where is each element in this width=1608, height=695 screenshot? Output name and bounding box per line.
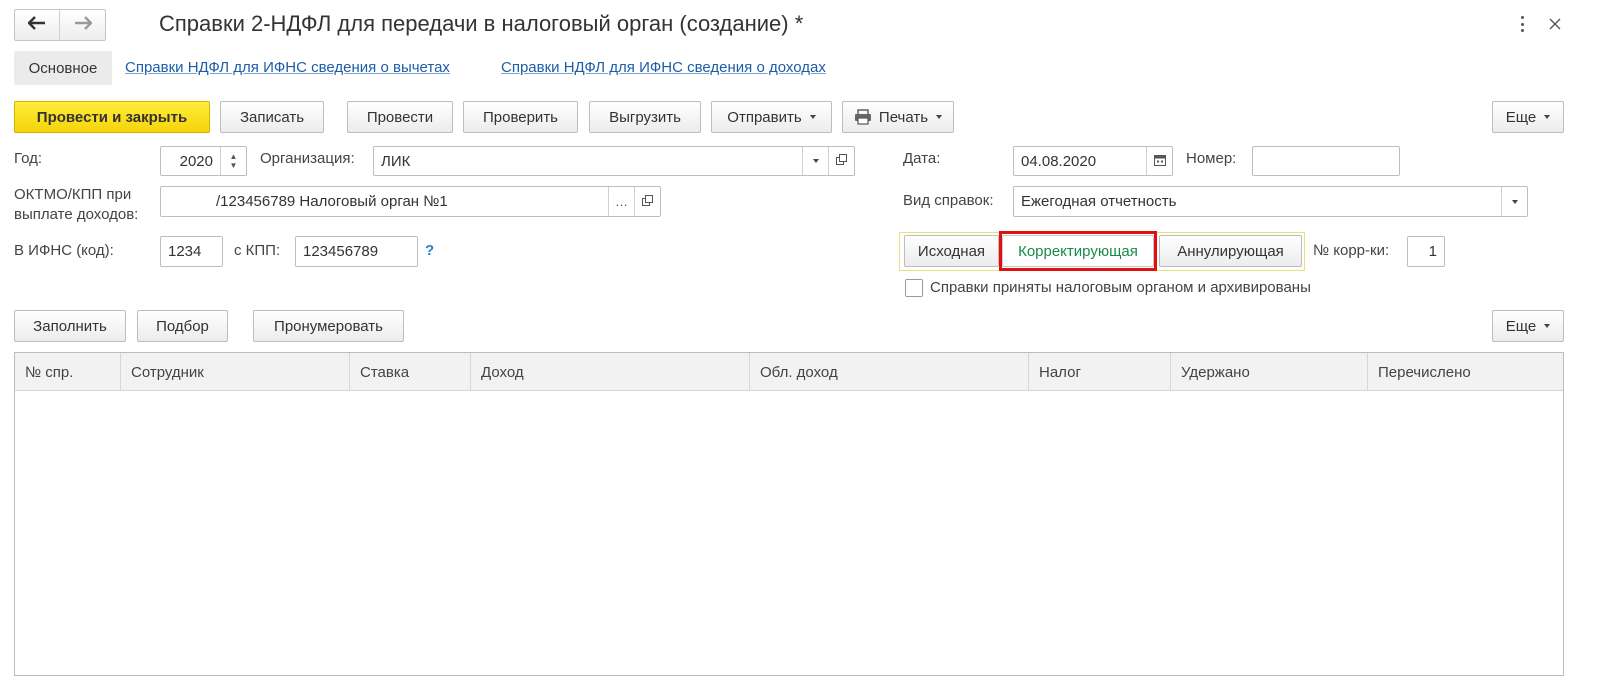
chevron-down-icon — [1544, 115, 1551, 119]
numerate-button[interactable]: Пронумеровать — [253, 310, 404, 342]
year-value: 2020 — [179, 152, 213, 170]
printer-icon — [854, 109, 872, 125]
org-open-button[interactable] — [828, 147, 854, 175]
column-header-employee[interactable]: Сотрудник — [121, 353, 350, 391]
table-more-label: Еще — [1505, 317, 1537, 335]
check-button[interactable]: Проверить — [463, 101, 578, 133]
column-header-income[interactable]: Доход — [471, 353, 750, 391]
kind-dropdown-button[interactable] — [1501, 187, 1527, 216]
page-title: Справки 2-НДФЛ для передачи в налоговый … — [159, 11, 804, 36]
org-field[interactable]: ЛИК — [373, 146, 855, 176]
kind-label: Вид справок: — [903, 192, 994, 209]
chevron-down-icon — [809, 115, 816, 119]
table-header: № спр. Сотрудник Ставка Доход Обл. доход… — [15, 353, 1563, 391]
oktmo-open-button[interactable] — [634, 187, 660, 216]
oktmo-label-line1: ОКТМО/КПП при — [14, 186, 132, 203]
year-label: Год: — [14, 150, 43, 167]
more-button[interactable]: Еще — [1492, 101, 1564, 133]
save-button[interactable]: Записать — [220, 101, 324, 133]
send-button[interactable]: Отправить — [711, 101, 832, 133]
corr-number-value: 1 — [1428, 243, 1437, 260]
org-dropdown-button[interactable] — [802, 147, 828, 175]
chevron-up-icon: ▲ — [229, 152, 238, 161]
oktmo-label-line2: выплате доходов: — [14, 206, 139, 223]
date-value: 04.08.2020 — [1021, 152, 1097, 170]
corr-number-field[interactable]: 1 — [1407, 236, 1445, 267]
chevron-down-icon — [1544, 324, 1551, 328]
archived-checkbox[interactable] — [905, 279, 923, 297]
pick-button[interactable]: Подбор — [137, 310, 228, 342]
number-label: Номер: — [1186, 150, 1237, 167]
column-header-withheld[interactable]: Удержано — [1171, 353, 1368, 391]
kind-value: Ежегодная отчетность — [1021, 193, 1177, 210]
calendar-button[interactable] — [1146, 147, 1172, 175]
post-and-close-button[interactable]: Провести и закрыть — [14, 101, 210, 133]
post-button[interactable]: Провести — [347, 101, 453, 133]
help-icon[interactable]: ? — [425, 242, 434, 259]
back-button[interactable] — [15, 10, 61, 40]
tab-main[interactable]: Основное — [14, 51, 112, 85]
chevron-down-icon — [1511, 199, 1518, 204]
highlight-frame — [999, 231, 1157, 271]
date-field[interactable]: 04.08.2020 — [1013, 146, 1173, 176]
type-original-button[interactable]: Исходная — [904, 235, 999, 267]
kebab-icon[interactable] — [1516, 14, 1528, 34]
kpp-label: с КПП: — [234, 242, 281, 259]
kind-field[interactable]: Ежегодная отчетность — [1013, 186, 1528, 217]
tab-deductions-link[interactable]: Справки НДФЛ для ИФНС сведения о вычетах — [125, 59, 450, 76]
print-button[interactable]: Печать — [842, 101, 954, 133]
oktmo-field[interactable]: /123456789 Налоговый орган №1 … — [160, 186, 661, 217]
chevron-down-icon — [812, 159, 819, 163]
archived-label: Справки приняты налоговым органом и архи… — [930, 279, 1311, 296]
oktmo-value: /123456789 Налоговый орган №1 — [216, 193, 448, 210]
column-header-number[interactable]: № спр. — [15, 353, 121, 391]
org-value: ЛИК — [381, 152, 411, 170]
column-header-transferred[interactable]: Перечислено — [1368, 353, 1563, 391]
open-icon — [836, 154, 847, 168]
kpp-value: 123456789 — [303, 243, 379, 260]
number-field[interactable] — [1252, 146, 1400, 176]
tab-income-link[interactable]: Справки НДФЛ для ИФНС сведения о доходах — [501, 59, 826, 76]
column-header-rate[interactable]: Ставка — [350, 353, 471, 391]
corr-number-label: № корр-ки: — [1313, 242, 1390, 259]
forward-button[interactable] — [60, 10, 105, 40]
table-more-button[interactable]: Еще — [1492, 310, 1564, 342]
chevron-down-icon: ▼ — [229, 161, 238, 170]
ifns-field[interactable]: 1234 — [160, 236, 223, 267]
send-label: Отправить — [727, 108, 802, 126]
nav-buttons — [14, 9, 106, 41]
tab-main-label: Основное — [28, 59, 98, 77]
year-stepper[interactable]: ▲ ▼ — [220, 147, 246, 175]
calendar-icon — [1153, 154, 1166, 169]
org-label: Организация: — [260, 150, 355, 167]
date-label: Дата: — [903, 150, 941, 167]
export-button[interactable]: Выгрузить — [589, 101, 701, 133]
chevron-down-icon — [936, 115, 943, 119]
arrow-left-icon — [27, 16, 46, 34]
type-cancel-button[interactable]: Аннулирующая — [1159, 235, 1302, 267]
print-label: Печать — [878, 108, 929, 126]
year-field[interactable]: 2020 ▲ ▼ — [160, 146, 247, 176]
more-label: Еще — [1505, 108, 1537, 126]
column-header-taxable-income[interactable]: Обл. доход — [750, 353, 1029, 391]
data-table[interactable]: № спр. Сотрудник Ставка Доход Обл. доход… — [14, 352, 1564, 676]
fill-button[interactable]: Заполнить — [14, 310, 126, 342]
ifns-label: В ИФНС (код): — [14, 242, 114, 259]
kpp-field[interactable]: 123456789 — [295, 236, 418, 267]
arrow-right-icon — [74, 16, 93, 34]
open-icon — [642, 194, 653, 209]
ifns-value: 1234 — [168, 243, 202, 260]
oktmo-select-button[interactable]: … — [608, 187, 634, 216]
close-icon[interactable] — [1548, 14, 1564, 34]
column-header-tax[interactable]: Налог — [1029, 353, 1171, 391]
